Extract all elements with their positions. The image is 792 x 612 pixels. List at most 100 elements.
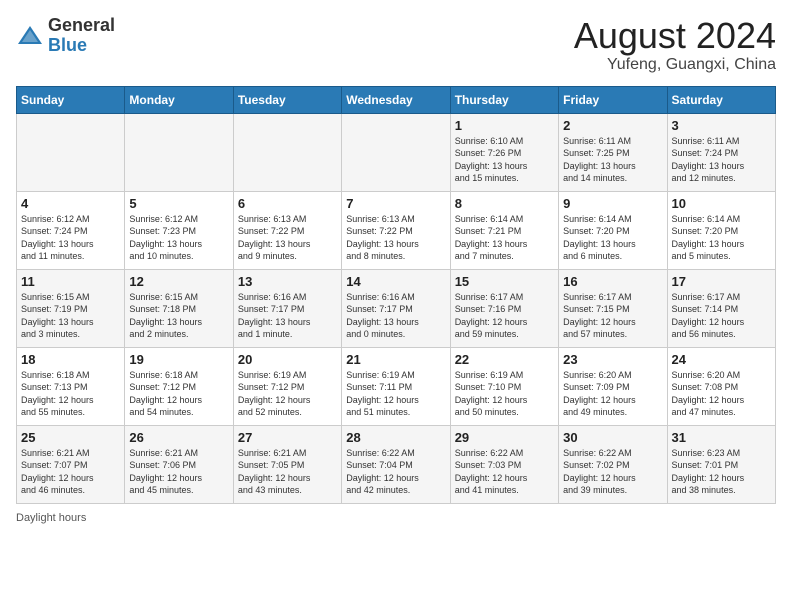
day-number: 3: [672, 118, 771, 133]
day-info: Sunrise: 6:10 AM Sunset: 7:26 PM Dayligh…: [455, 135, 554, 185]
month-year-title: August 2024: [574, 16, 776, 56]
day-number: 17: [672, 274, 771, 289]
days-header-row: SundayMondayTuesdayWednesdayThursdayFrid…: [17, 86, 776, 113]
calendar-cell: 28Sunrise: 6:22 AM Sunset: 7:04 PM Dayli…: [342, 425, 450, 503]
day-number: 22: [455, 352, 554, 367]
calendar-cell: 25 Sunrise: 6:21 AM Sunset: 7:07 PM Dayli…: [17, 425, 125, 503]
week-row-5: 25 Sunrise: 6:21 AM Sunset: 7:07 PM Dayli…: [17, 425, 776, 503]
day-number: 23: [563, 352, 662, 367]
day-number: 5: [129, 196, 228, 211]
day-number: 26: [129, 430, 228, 445]
day-info: Sunrise: 6:11 AM Sunset: 7:24 PM Dayligh…: [672, 135, 771, 185]
logo-blue-text: Blue: [48, 35, 87, 55]
footer: Daylight hours: [16, 512, 776, 524]
day-header-sunday: Sunday: [17, 86, 125, 113]
logo: General Blue: [16, 16, 115, 56]
title-block: August 2024 Yufeng, Guangxi, China: [574, 16, 776, 74]
calendar-cell: 2Sunrise: 6:11 AM Sunset: 7:25 PM Daylig…: [559, 113, 667, 191]
calendar-cell: 20 Sunrise: 6:19 AM Sunset: 7:12 PM Dayli…: [233, 347, 341, 425]
calendar-cell: 23Sunrise: 6:20 AM Sunset: 7:09 PM Dayli…: [559, 347, 667, 425]
day-info: Sunrise: 6:22 AM Sunset: 7:02 PM Dayligh…: [563, 447, 662, 497]
day-info: Sunrise: 6:23 AM Sunset: 7:01 PM Dayligh…: [672, 447, 771, 497]
day-number: 11: [21, 274, 120, 289]
day-number: 7: [346, 196, 445, 211]
day-info: Sunrise: 6:14 AM Sunset: 7:20 PM Dayligh…: [563, 213, 662, 263]
day-info: Sunrise: 6:16 AM Sunset: 7:17 PM Dayligh…: [346, 291, 445, 341]
day-info: Sunrise: 6:14 AM Sunset: 7:20 PM Dayligh…: [672, 213, 771, 263]
day-number: 6: [238, 196, 337, 211]
day-number: 15: [455, 274, 554, 289]
calendar-cell: 3 Sunrise: 6:11 AM Sunset: 7:24 PM Daylig…: [667, 113, 775, 191]
calendar-cell: 31 Sunrise: 6:23 AM Sunset: 7:01 PM Dayli…: [667, 425, 775, 503]
calendar-cell: 8Sunrise: 6:14 AM Sunset: 7:21 PM Daylig…: [450, 191, 558, 269]
calendar-cell: 14 Sunrise: 6:16 AM Sunset: 7:17 PM Dayli…: [342, 269, 450, 347]
calendar-cell: 30 Sunrise: 6:22 AM Sunset: 7:02 PM Dayli…: [559, 425, 667, 503]
day-number: 1: [455, 118, 554, 133]
calendar-cell: [342, 113, 450, 191]
day-info: Sunrise: 6:21 AM Sunset: 7:06 PM Dayligh…: [129, 447, 228, 497]
calendar-cell: 11 Sunrise: 6:15 AM Sunset: 7:19 PM Dayli…: [17, 269, 125, 347]
calendar-cell: 27 Sunrise: 6:21 AM Sunset: 7:05 PM Dayli…: [233, 425, 341, 503]
day-number: 8: [455, 196, 554, 211]
day-header-tuesday: Tuesday: [233, 86, 341, 113]
calendar-cell: 4 Sunrise: 6:12 AM Sunset: 7:24 PM Daylig…: [17, 191, 125, 269]
day-info: Sunrise: 6:20 AM Sunset: 7:08 PM Dayligh…: [672, 369, 771, 419]
day-info: Sunrise: 6:15 AM Sunset: 7:19 PM Dayligh…: [21, 291, 120, 341]
day-info: Sunrise: 6:17 AM Sunset: 7:14 PM Dayligh…: [672, 291, 771, 341]
day-info: Sunrise: 6:17 AM Sunset: 7:16 PM Dayligh…: [455, 291, 554, 341]
day-header-saturday: Saturday: [667, 86, 775, 113]
day-info: Sunrise: 6:11 AM Sunset: 7:25 PM Dayligh…: [563, 135, 662, 185]
page-header: General Blue August 2024 Yufeng, Guangxi…: [16, 16, 776, 74]
week-row-4: 18Sunrise: 6:18 AM Sunset: 7:13 PM Dayli…: [17, 347, 776, 425]
calendar-cell: 6 Sunrise: 6:13 AM Sunset: 7:22 PM Daylig…: [233, 191, 341, 269]
day-info: Sunrise: 6:13 AM Sunset: 7:22 PM Dayligh…: [346, 213, 445, 263]
day-number: 25: [21, 430, 120, 445]
day-number: 30: [563, 430, 662, 445]
day-info: Sunrise: 6:12 AM Sunset: 7:23 PM Dayligh…: [129, 213, 228, 263]
calendar-cell: [125, 113, 233, 191]
day-info: Sunrise: 6:22 AM Sunset: 7:03 PM Dayligh…: [455, 447, 554, 497]
day-info: Sunrise: 6:19 AM Sunset: 7:12 PM Dayligh…: [238, 369, 337, 419]
location-subtitle: Yufeng, Guangxi, China: [574, 56, 776, 74]
day-info: Sunrise: 6:15 AM Sunset: 7:18 PM Dayligh…: [129, 291, 228, 341]
day-info: Sunrise: 6:19 AM Sunset: 7:10 PM Dayligh…: [455, 369, 554, 419]
day-info: Sunrise: 6:16 AM Sunset: 7:17 PM Dayligh…: [238, 291, 337, 341]
calendar-cell: 22 Sunrise: 6:19 AM Sunset: 7:10 PM Dayli…: [450, 347, 558, 425]
day-number: 10: [672, 196, 771, 211]
day-info: Sunrise: 6:21 AM Sunset: 7:05 PM Dayligh…: [238, 447, 337, 497]
week-row-1: 1 Sunrise: 6:10 AM Sunset: 7:26 PM Daylig…: [17, 113, 776, 191]
calendar-cell: 9Sunrise: 6:14 AM Sunset: 7:20 PM Daylig…: [559, 191, 667, 269]
day-info: Sunrise: 6:22 AM Sunset: 7:04 PM Dayligh…: [346, 447, 445, 497]
week-row-2: 4 Sunrise: 6:12 AM Sunset: 7:24 PM Daylig…: [17, 191, 776, 269]
day-number: 14: [346, 274, 445, 289]
day-info: Sunrise: 6:17 AM Sunset: 7:15 PM Dayligh…: [563, 291, 662, 341]
calendar-cell: 10 Sunrise: 6:14 AM Sunset: 7:20 PM Dayli…: [667, 191, 775, 269]
day-number: 12: [129, 274, 228, 289]
calendar-cell: [233, 113, 341, 191]
daylight-label: Daylight hours: [16, 512, 86, 524]
calendar-cell: 1 Sunrise: 6:10 AM Sunset: 7:26 PM Daylig…: [450, 113, 558, 191]
calendar-cell: 5 Sunrise: 6:12 AM Sunset: 7:23 PM Daylig…: [125, 191, 233, 269]
logo-general-text: General: [48, 15, 115, 35]
calendar-cell: 24 Sunrise: 6:20 AM Sunset: 7:08 PM Dayli…: [667, 347, 775, 425]
day-header-wednesday: Wednesday: [342, 86, 450, 113]
day-number: 27: [238, 430, 337, 445]
day-number: 29: [455, 430, 554, 445]
day-info: Sunrise: 6:21 AM Sunset: 7:07 PM Dayligh…: [21, 447, 120, 497]
day-info: Sunrise: 6:13 AM Sunset: 7:22 PM Dayligh…: [238, 213, 337, 263]
day-number: 31: [672, 430, 771, 445]
calendar-cell: [17, 113, 125, 191]
calendar-cell: 16Sunrise: 6:17 AM Sunset: 7:15 PM Dayli…: [559, 269, 667, 347]
calendar-cell: 17 Sunrise: 6:17 AM Sunset: 7:14 PM Dayli…: [667, 269, 775, 347]
calendar-cell: 18Sunrise: 6:18 AM Sunset: 7:13 PM Dayli…: [17, 347, 125, 425]
day-number: 18: [21, 352, 120, 367]
day-header-monday: Monday: [125, 86, 233, 113]
calendar-table: SundayMondayTuesdayWednesdayThursdayFrid…: [16, 86, 776, 504]
calendar-cell: 13Sunrise: 6:16 AM Sunset: 7:17 PM Dayli…: [233, 269, 341, 347]
day-number: 24: [672, 352, 771, 367]
day-number: 20: [238, 352, 337, 367]
calendar-cell: 21Sunrise: 6:19 AM Sunset: 7:11 PM Dayli…: [342, 347, 450, 425]
logo-icon: [16, 22, 44, 50]
day-info: Sunrise: 6:12 AM Sunset: 7:24 PM Dayligh…: [21, 213, 120, 263]
day-number: 4: [21, 196, 120, 211]
